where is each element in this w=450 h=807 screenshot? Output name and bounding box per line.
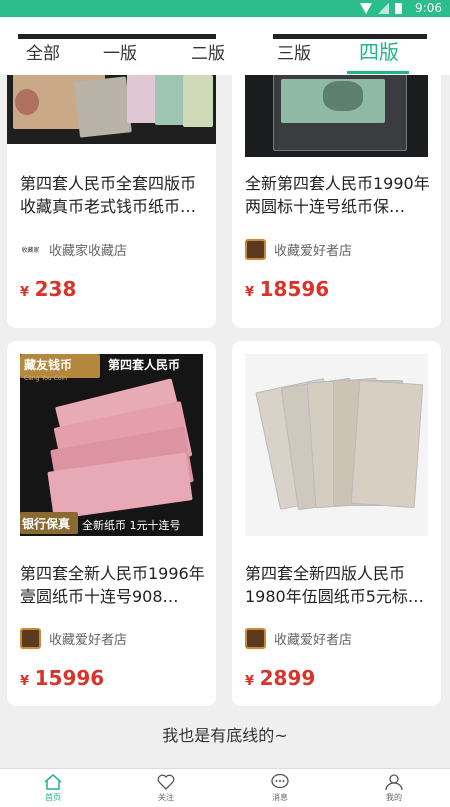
nav-label: 消息 [272, 793, 288, 802]
shop-info[interactable]: 收藏家 收藏家收藏店 [20, 238, 127, 260]
product-title: 第四套全新四版人民币1980年伍圆纸币5元标… [245, 564, 424, 606]
product-price: ¥ 15996 [20, 666, 104, 690]
shop-name: 收藏爱好者店 [49, 632, 128, 648]
active-tab-indicator [347, 71, 409, 74]
price-value: 2899 [259, 666, 316, 690]
cellular-signal-icon [378, 3, 389, 14]
currency-symbol: ¥ [245, 674, 255, 689]
bottom-navigation: 首页 关注 消息 我的 [0, 768, 450, 807]
tab-edition-4[interactable]: 四版 [359, 36, 399, 65]
price-value: 18596 [259, 277, 330, 301]
bank-verified-label: 银行保真 [20, 512, 78, 534]
shop-name: 收藏爱好者店 [274, 243, 353, 259]
product-grid: 第四套人民币全套四版币收藏真币老式钱币纸币… 收藏家 收藏家收藏店 ¥ 238 … [0, 75, 450, 768]
product-image [7, 75, 216, 144]
battery-icon [395, 3, 402, 14]
portrait-image [323, 81, 363, 111]
tab-all[interactable]: 全部 [26, 39, 60, 64]
product-image [245, 75, 428, 157]
shop-logo [245, 627, 266, 649]
product-price: ¥ 18596 [245, 277, 329, 301]
shop-logo: 收藏家 [20, 238, 41, 260]
wifi-icon [360, 3, 372, 14]
shop-logo [245, 238, 266, 260]
price-value: 238 [34, 277, 77, 301]
tab-edition-3[interactable]: 三版 [277, 39, 311, 64]
nav-label: 首页 [45, 793, 61, 802]
product-image [245, 354, 428, 536]
status-time: 9:06 [415, 1, 442, 15]
tab-edition-2[interactable]: 二版 [191, 39, 225, 64]
product-title: 全新第四套人民币1990年两圆标十连号纸币保… [245, 174, 430, 216]
product-image: 藏友钱币 Cang You Coin 第四套人民币 银行保真 全新纸币 1元十连… [20, 354, 203, 536]
product-card[interactable]: 第四套全新四版人民币1980年伍圆纸币5元标… 收藏爱好者店 ¥ 2899 [232, 341, 441, 706]
status-bar: 9:06 [0, 0, 450, 17]
brand-sub-label: Cang You Coin [24, 375, 67, 382]
currency-symbol: ¥ [20, 674, 30, 689]
shop-name: 收藏家收藏店 [49, 243, 128, 259]
nav-label: 关注 [158, 793, 174, 802]
banknote-image [183, 75, 213, 127]
nav-home[interactable]: 首页 [23, 773, 83, 803]
nav-label: 我的 [386, 793, 402, 802]
product-title: 第四套全新人民币1996年壹圆纸币十连号908… [20, 564, 205, 606]
nav-messages[interactable]: 消息 [250, 773, 310, 803]
portrait-image [15, 89, 39, 115]
currency-symbol: ¥ [245, 285, 255, 300]
shop-logo [20, 627, 41, 649]
product-card[interactable]: 第四套人民币全套四版币收藏真币老式钱币纸币… 收藏家 收藏家收藏店 ¥ 238 [7, 75, 216, 328]
product-price: ¥ 2899 [245, 666, 315, 690]
nav-profile[interactable]: 我的 [364, 773, 424, 803]
product-card[interactable]: 全新第四套人民币1990年两圆标十连号纸币保… 收藏爱好者店 ¥ 18596 [232, 75, 441, 328]
product-price: ¥ 238 [20, 277, 76, 301]
end-of-list-text: 我也是有底线的~ [162, 726, 288, 745]
heart-icon [157, 774, 175, 790]
tab-edition-1[interactable]: 一版 [103, 39, 137, 64]
currency-symbol: ¥ [20, 285, 30, 300]
price-value: 15996 [34, 666, 105, 690]
user-icon [385, 774, 403, 791]
nav-follow[interactable]: 关注 [136, 773, 196, 803]
product-card[interactable]: 藏友钱币 Cang You Coin 第四套人民币 银行保真 全新纸币 1元十连… [7, 341, 216, 706]
category-tabs: 全部 一版 二版 三版 四版 [0, 17, 450, 75]
description-label: 全新纸币 1元十连号 [82, 519, 181, 532]
product-title: 第四套人民币全套四版币收藏真币老式钱币纸币… [20, 174, 197, 216]
message-icon [271, 773, 289, 789]
shop-info[interactable]: 收藏爱好者店 [245, 238, 352, 260]
series-label: 第四套人民币 [108, 358, 181, 372]
banknote-image [74, 76, 132, 138]
shop-name: 收藏爱好者店 [274, 632, 353, 648]
shop-info[interactable]: 收藏爱好者店 [20, 627, 127, 649]
shop-info[interactable]: 收藏爱好者店 [245, 627, 352, 649]
home-icon [44, 774, 62, 790]
banknote-image [350, 379, 424, 509]
